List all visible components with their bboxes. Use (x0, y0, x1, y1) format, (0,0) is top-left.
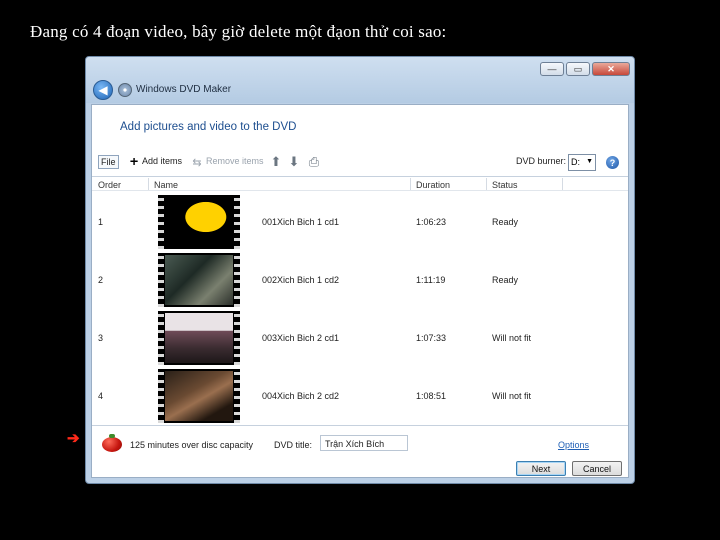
row-name: 002Xich Bich 1 cd2 (262, 275, 340, 285)
row-status: Ready (492, 217, 519, 227)
add-items-icon: 🞥 (129, 155, 139, 168)
table-row[interactable]: 4 004Xich Bich 2 cd2 1:08:51 Will not fi… (92, 367, 628, 425)
row-duration: 1:06:23 (416, 217, 447, 227)
tomato-icon (102, 434, 122, 452)
move-down-icon[interactable]: ⬇ (288, 154, 300, 169)
remove-items-button[interactable]: Remove items (206, 156, 264, 166)
column-header-name[interactable]: Name (154, 180, 178, 190)
row-duration: 1:11:19 (416, 275, 446, 285)
file-menu[interactable]: File (98, 155, 119, 169)
video-thumbnail (158, 253, 240, 307)
video-thumbnail (158, 195, 240, 249)
row-order: 4 (98, 391, 104, 401)
move-up-icon[interactable]: ⬆ (270, 154, 282, 169)
table-header: Order Name Duration Status (92, 177, 628, 191)
options-link[interactable]: Options (558, 440, 589, 450)
close-button[interactable]: ✕ (592, 62, 630, 76)
dvd-burner-select[interactable]: D: ▼ (568, 154, 596, 171)
minimize-button[interactable]: — (540, 62, 564, 76)
client-area: Add pictures and video to the DVD File 🞥… (91, 104, 629, 478)
next-button[interactable]: Next (516, 461, 566, 476)
row-duration: 1:07:33 (416, 333, 447, 343)
dvd-burner-value: D: (571, 157, 580, 167)
cancel-button[interactable]: Cancel (572, 461, 622, 476)
row-status: Will not fit (492, 333, 532, 343)
chevron-down-icon: ▼ (586, 158, 593, 165)
row-order: 3 (98, 333, 104, 343)
row-order: 1 (98, 217, 104, 227)
add-items-button[interactable]: Add items (142, 156, 182, 166)
row-name: 001Xich Bich 1 cd1 (262, 217, 340, 227)
row-name: 004Xich Bich 2 cd2 (262, 391, 340, 401)
window-title: Windows DVD Maker (136, 84, 232, 95)
title-bar: — ▭ ✕ ◀ Windows DVD Maker (86, 57, 634, 103)
video-list: Order Name Duration Status 1 001Xich Bic… (92, 176, 628, 426)
row-duration: 1:08:51 (416, 391, 447, 401)
footer-bar: 125 minutes over disc capacity DVD title… (92, 427, 628, 477)
column-header-order[interactable]: Order (98, 180, 121, 190)
maximize-button[interactable]: ▭ (566, 62, 590, 76)
dvd-title-input[interactable] (320, 435, 408, 451)
row-name: 003Xich Bich 2 cd1 (262, 333, 340, 343)
dvd-app-icon (118, 83, 132, 97)
capacity-status: 125 minutes over disc capacity (130, 440, 254, 450)
row-order: 2 (98, 275, 104, 285)
row-status: Ready (492, 275, 519, 285)
table-row[interactable]: 3 003Xich Bich 2 cd1 1:07:33 Will not fi… (92, 309, 628, 367)
video-thumbnail (158, 369, 240, 423)
dvd-maker-window: — ▭ ✕ ◀ Windows DVD Maker Add pictures a… (85, 56, 635, 484)
column-header-duration[interactable]: Duration (416, 180, 450, 190)
table-row[interactable]: 2 002Xich Bich 1 cd2 1:11:19 Ready (92, 251, 628, 309)
disc-settings-icon[interactable]: ⎙ (308, 154, 320, 169)
red-arrow-icon: ➔ (67, 430, 80, 447)
table-row[interactable]: 1 001Xich Bich 1 cd1 1:06:23 Ready (92, 193, 628, 251)
help-icon[interactable]: ? (606, 156, 619, 169)
back-button[interactable]: ◀ (93, 80, 113, 100)
window-controls: — ▭ ✕ (540, 62, 630, 76)
page-title: Add pictures and video to the DVD (120, 121, 297, 133)
column-header-status[interactable]: Status (492, 180, 518, 190)
row-status: Will not fit (492, 391, 532, 401)
slide-caption: Đang có 4 đoạn video, bây giờ delete một… (30, 22, 447, 41)
dvd-burner-label: DVD burner: (516, 156, 567, 166)
video-thumbnail (158, 311, 240, 365)
dvd-title-label: DVD title: (274, 440, 313, 450)
remove-items-icon: ⇆ (192, 156, 202, 169)
toolbar: File 🞥 Add items ⇆ Remove items ⬆ ⬇ ⎙ DV… (92, 151, 628, 175)
